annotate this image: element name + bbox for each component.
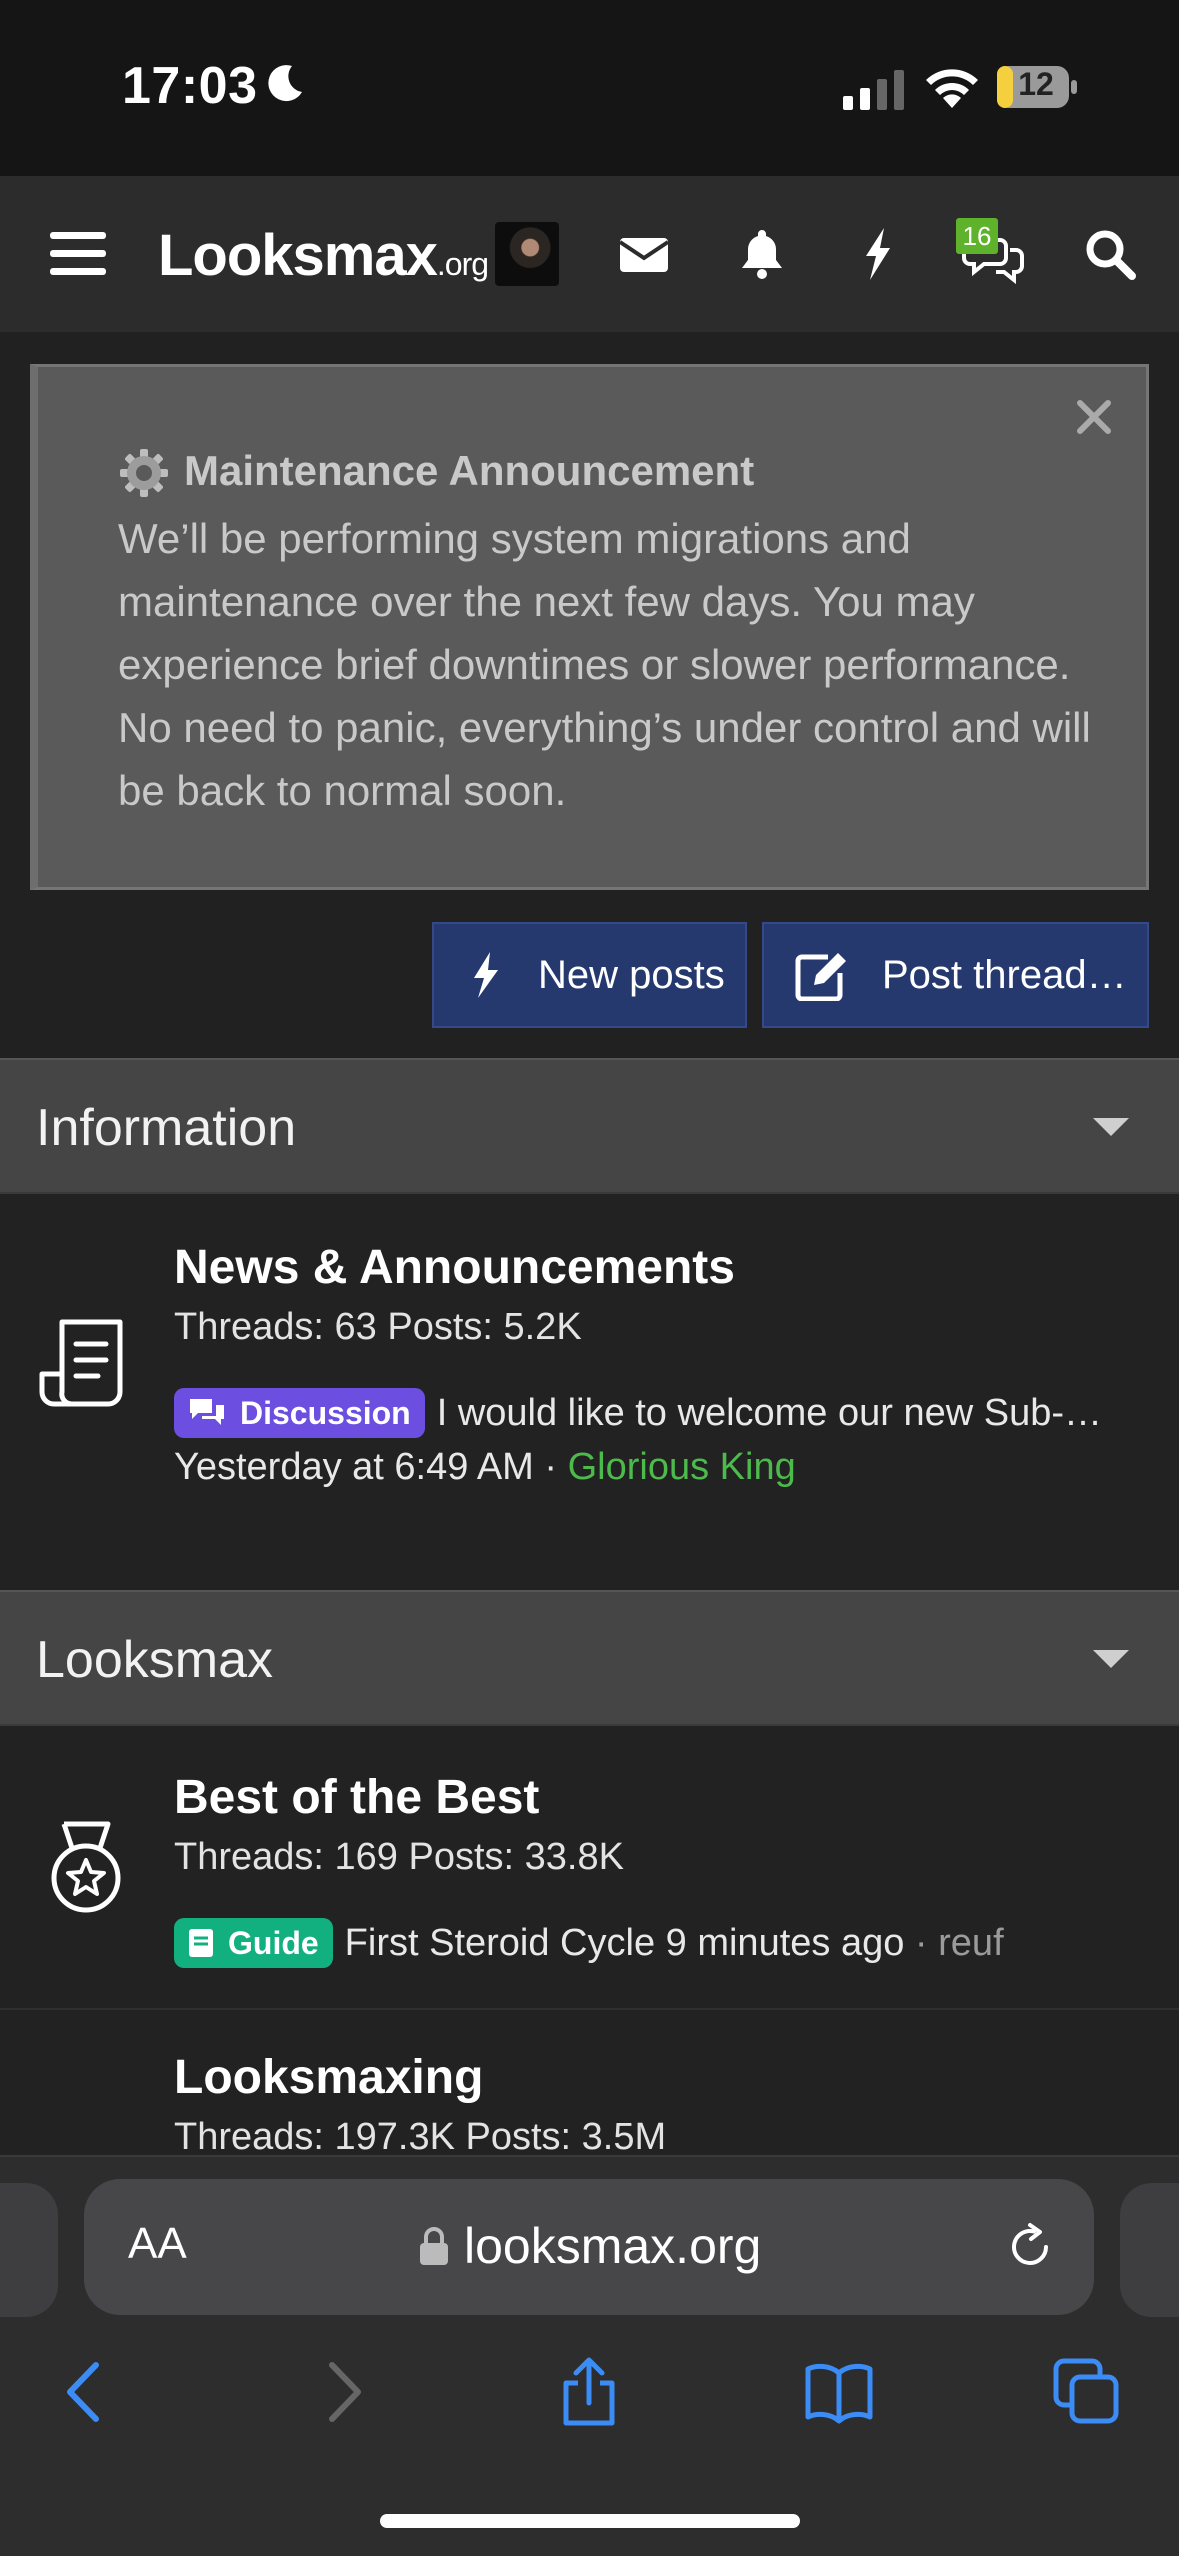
avatar[interactable] — [495, 222, 559, 286]
edit-icon — [795, 953, 846, 1001]
bell-icon[interactable] — [730, 222, 794, 286]
gear-icon — [120, 449, 168, 497]
tabs-icon[interactable] — [1052, 2357, 1122, 2427]
site-logo[interactable]: Looksmax.org — [158, 222, 489, 289]
latest-time: 9 minutes ago — [665, 1921, 905, 1964]
forum-node[interactable]: Best of the Best Threads: 169 Posts: 33.… — [0, 1726, 1179, 2008]
bookmarks-icon[interactable] — [804, 2357, 874, 2427]
search-icon[interactable] — [1078, 222, 1142, 286]
latest-thread-title[interactable]: I would like to welcome our new Sub-… — [437, 1392, 1102, 1435]
text-size-button[interactable]: AA — [128, 2219, 187, 2269]
share-icon[interactable] — [554, 2357, 624, 2427]
node-title[interactable]: News & Announcements — [174, 1240, 735, 1295]
document-icon — [39, 1319, 123, 1407]
book-icon — [189, 1929, 213, 1957]
latest-user[interactable]: Glorious King — [568, 1446, 796, 1488]
latest-thread-title[interactable]: First Steroid Cycle — [345, 1922, 655, 1965]
notice-title: Maintenance Announcement — [184, 447, 755, 494]
category-title: Information — [36, 1099, 297, 1157]
bolt-icon — [474, 952, 498, 998]
mail-icon[interactable] — [612, 222, 676, 286]
lock-icon — [420, 2227, 448, 2265]
reload-icon[interactable] — [1004, 2221, 1056, 2273]
chevron-down-icon[interactable] — [1093, 1116, 1129, 1138]
prefix-label-discussion: Discussion — [174, 1388, 425, 1438]
status-time: 17:03 — [122, 57, 258, 115]
next-tab-preview[interactable] — [1120, 2183, 1179, 2317]
moon-icon — [268, 65, 302, 102]
prefix-label-guide: Guide — [174, 1918, 333, 1968]
chat-icon — [190, 1399, 224, 1425]
forum-node[interactable]: News & Announcements Threads: 63 Posts: … — [0, 1194, 1179, 1590]
category-header-looksmax[interactable]: Looksmax — [0, 1590, 1179, 1726]
chevron-down-icon[interactable] — [1093, 1648, 1129, 1670]
notice-body: We’ll be performing system migrations an… — [118, 515, 1091, 814]
forward-icon[interactable] — [306, 2357, 376, 2427]
latest-time: Yesterday at 6:49 AM — [174, 1446, 534, 1488]
site-header: Looksmax.org 16 — [0, 176, 1179, 332]
maintenance-notice: Maintenance Announcement We’ll be perfor… — [30, 364, 1149, 890]
url-text[interactable]: looksmax.org — [464, 2217, 761, 2275]
cellular-signal-icon — [843, 70, 904, 110]
new-posts-button[interactable]: New posts — [432, 922, 747, 1028]
bolt-icon[interactable] — [846, 222, 910, 286]
node-title[interactable]: Looksmaxing — [174, 2050, 483, 2105]
address-bar[interactable]: AA looksmax.org — [84, 2179, 1094, 2315]
battery-level: 12 — [1018, 66, 1054, 102]
post-thread-button[interactable]: Post thread… — [762, 922, 1149, 1028]
chat-count-badge: 16 — [956, 218, 998, 254]
category-title: Looksmax — [36, 1631, 273, 1689]
wifi-icon — [926, 69, 978, 108]
node-stats: Threads: 63 Posts: 5.2K — [174, 1306, 582, 1348]
previous-tab-preview[interactable] — [0, 2183, 58, 2317]
back-icon[interactable] — [52, 2357, 122, 2427]
category-header-information[interactable]: Information — [0, 1058, 1179, 1194]
medal-icon — [51, 1821, 121, 1913]
node-latest-thread[interactable]: Guide First Steroid Cycle 9 minutes ago … — [174, 1918, 1004, 1968]
home-indicator — [380, 2514, 800, 2528]
node-title[interactable]: Best of the Best — [174, 1770, 539, 1825]
latest-user[interactable]: reuf — [938, 1922, 1003, 1965]
new-posts-label: New posts — [538, 952, 725, 997]
close-icon[interactable] — [1074, 397, 1114, 437]
post-thread-label: Post thread… — [882, 952, 1127, 997]
node-stats: Threads: 197.3K Posts: 3.5M — [174, 2116, 667, 2155]
menu-icon[interactable] — [46, 222, 110, 286]
browser-toolbar: AA looksmax.org — [0, 2155, 1179, 2556]
node-latest-meta: Yesterday at 6:49 AM · Glorious King — [174, 1446, 796, 1488]
forum-node[interactable]: Looksmaxing Threads: 197.3K Posts: 3.5M — [0, 2010, 1179, 2155]
status-bar: 17:03 12 — [0, 0, 1179, 176]
node-latest-thread[interactable]: Discussion I would like to welcome our n… — [174, 1388, 1102, 1438]
node-stats: Threads: 169 Posts: 33.8K — [174, 1836, 624, 1878]
